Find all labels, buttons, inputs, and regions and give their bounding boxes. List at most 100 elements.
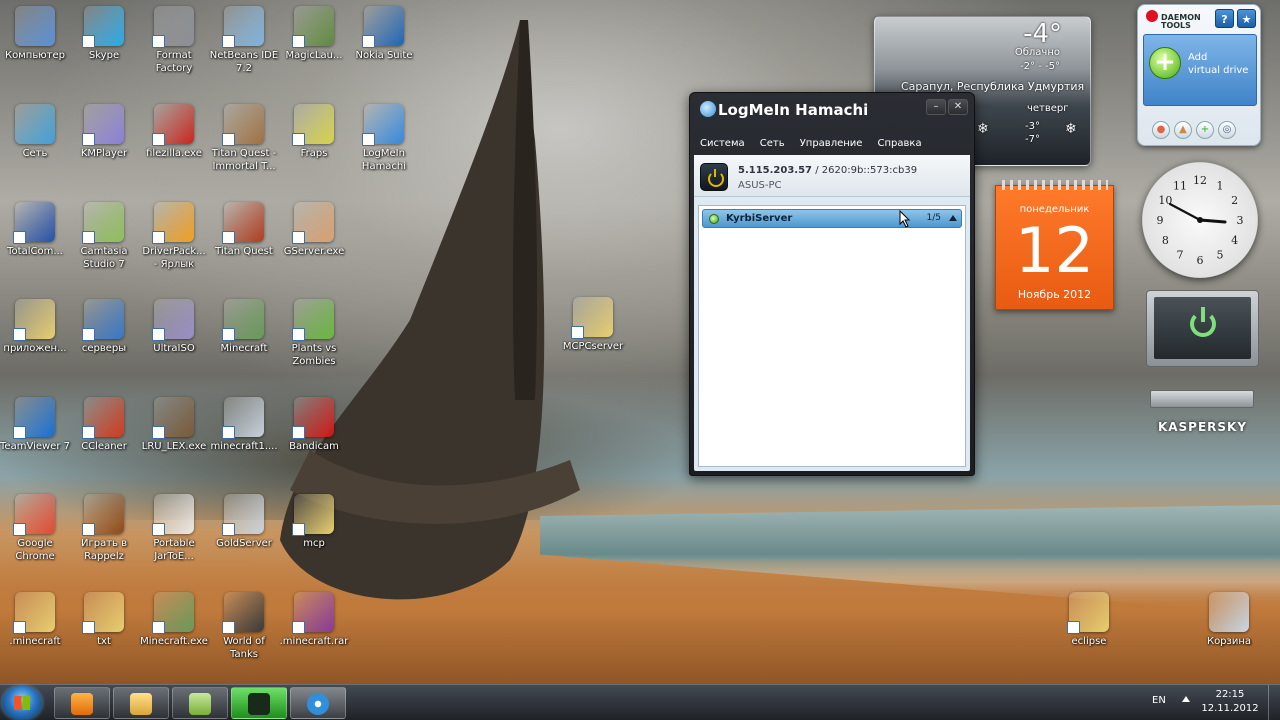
desktop-icon[interactable]: NetBeans IDE 7.2 (209, 6, 279, 75)
desktop-icon[interactable]: mcp (279, 494, 349, 550)
menu-network[interactable]: Сеть (760, 138, 785, 149)
desktop-icon[interactable]: filezilla.exe (139, 104, 209, 160)
help-button[interactable]: ? (1215, 9, 1234, 28)
app-icon (13, 397, 55, 439)
desktop-icon[interactable]: .minecraft.rar (279, 592, 349, 648)
clock-gadget[interactable]: 1 2 3 4 5 6 7 8 9 10 11 12 (1142, 162, 1258, 278)
desktop-icon[interactable]: UltraISO (139, 299, 209, 355)
daemon-toolbar: ● ▲ + ◎ (1152, 117, 1240, 139)
desktop-icon[interactable]: eclipse (1054, 592, 1124, 648)
desktop-icon[interactable]: Компьютер (0, 6, 70, 62)
add-virtual-drive-button[interactable]: + Add virtual drive (1143, 34, 1257, 106)
desktop-icon[interactable]: Сеть (0, 104, 70, 160)
desktop-icon[interactable]: CCleaner (69, 397, 139, 453)
taskbar-hamachi[interactable] (290, 687, 346, 719)
app-icon (292, 202, 334, 244)
show-desktop-button[interactable] (1268, 685, 1280, 720)
image-catalog-icon[interactable]: ▲ (1174, 121, 1192, 139)
desktop-icon[interactable]: Skype (69, 6, 139, 62)
hamachi-icon (307, 693, 329, 715)
add-label-line2: virtual drive (1188, 65, 1249, 76)
desktop-icon[interactable]: Minecraft.exe (139, 592, 209, 648)
desktop-icon[interactable]: MCPCserver (558, 297, 628, 353)
desktop-icon[interactable]: GServer.exe (279, 202, 349, 258)
desktop-icon[interactable]: приложен... (0, 299, 70, 355)
desktop-icon[interactable]: Plants vs Zombies (279, 299, 349, 368)
desktop-icon[interactable]: серверы (69, 299, 139, 355)
desktop-icon[interactable]: KMPlayer (69, 104, 139, 160)
desktop-icon[interactable]: txt (69, 592, 139, 648)
desktop-icon-label: filezilla.exe (146, 148, 202, 159)
clock-numeral: 11 (1173, 179, 1187, 192)
desktop-icon[interactable]: Bandicam (279, 397, 349, 453)
desktop-icon[interactable]: Корзина (1194, 592, 1264, 648)
daemon-tools-logo: DAEMON TOOLS (1146, 10, 1201, 30)
desktop-icon-label: Fraps (300, 148, 328, 159)
desktop-icon[interactable]: Google Chrome (0, 494, 70, 563)
app-icon (82, 592, 124, 634)
desktop-icon-label: Google Chrome (15, 538, 55, 562)
kaspersky-base (1150, 390, 1254, 408)
start-button[interactable] (2, 686, 42, 720)
network-item-kyrbiserver[interactable]: KyrbiServer 1/5 (702, 209, 962, 228)
kaspersky-monitor (1146, 290, 1259, 367)
menu-system[interactable]: Система (700, 138, 745, 149)
desktop-icon-label: eclipse (1071, 636, 1107, 647)
calendar-month-year: Ноябрь 2012 (1017, 288, 1092, 301)
menu-help[interactable]: Справка (878, 138, 922, 149)
desktop-icon[interactable]: DriverPack... - Ярлык (139, 202, 209, 271)
hamachi-window[interactable]: LogMeIn Hamachi – ✕ Система Сеть Управле… (689, 92, 975, 476)
clock-numeral: 8 (1162, 234, 1169, 247)
collapse-arrow-icon[interactable] (949, 215, 957, 221)
taskbar-media-player[interactable] (54, 687, 110, 719)
calendar-gadget[interactable]: понедельник 12 Ноябрь 2012 (995, 180, 1114, 310)
desktop-icon[interactable]: Camtasia Studio 7 (69, 202, 139, 271)
desktop-icon[interactable]: Format Factory (139, 6, 209, 75)
app-icon (292, 494, 334, 536)
desktop-icon-label: Skype (88, 50, 120, 61)
star-icon[interactable]: ★ (1237, 9, 1256, 28)
clock-numeral: 4 (1231, 234, 1238, 247)
menu-manage[interactable]: Управление (800, 138, 863, 149)
clock-minute-hand (1168, 202, 1202, 222)
app-icon (292, 592, 334, 634)
add-icon[interactable]: + (1196, 121, 1214, 139)
desktop-icon-label: CCleaner (81, 441, 127, 452)
app-icon (152, 6, 194, 48)
desktop-icon[interactable]: Minecraft (209, 299, 279, 355)
close-button[interactable]: ✕ (948, 99, 968, 115)
desktop-icon[interactable]: minecraft1.... (209, 397, 279, 453)
taskbar-camtasia[interactable] (172, 687, 228, 719)
desktop-icon[interactable]: MagicLau... (279, 6, 349, 62)
app-icon (571, 297, 613, 339)
tray-clock[interactable]: 22:15 12.11.2012 (1200, 688, 1260, 716)
desktop-icon-label: Portable JarToE... (153, 538, 195, 562)
desktop-icon[interactable]: Fraps (279, 104, 349, 160)
minimize-button[interactable]: – (926, 99, 946, 115)
desktop-icon[interactable]: Играть в Rappelz (69, 494, 139, 563)
desktop-icon[interactable]: .minecraft (0, 592, 70, 648)
desktop-icon[interactable]: LRU_LEX.exe (139, 397, 209, 453)
hamachi-logo-icon (700, 101, 716, 117)
kaspersky-gadget[interactable]: KASPERSKY (1146, 290, 1259, 445)
desktop-icon[interactable]: Nokia Suite (349, 6, 419, 62)
language-indicator[interactable]: EN (1152, 695, 1166, 706)
desktop-icon[interactable]: TotalCom... (0, 202, 70, 258)
desktop-icon[interactable]: Titan Quest - Immortal T... (209, 104, 279, 173)
desktop-icon-label: KMPlayer (80, 148, 128, 159)
power-button[interactable] (700, 163, 728, 191)
desktop-icon[interactable]: TeamViewer 7 (0, 397, 70, 453)
network-list: KyrbiServer 1/5 (698, 205, 966, 467)
taskbar-explorer[interactable] (113, 687, 169, 719)
desktop-icon[interactable]: Portable JarToE... (139, 494, 209, 563)
app-icon (15, 104, 55, 144)
show-hidden-icons-arrow-icon[interactable] (1182, 696, 1190, 702)
desktop-icon[interactable]: GoldServer (209, 494, 279, 550)
desktop-icon-label: Camtasia Studio 7 (80, 246, 128, 270)
desktop-icon[interactable]: LogMeIn Hamachi (349, 104, 419, 173)
drive-icon[interactable]: ◎ (1218, 121, 1236, 139)
taskbar-camera-recorder[interactable] (231, 687, 287, 719)
burn-icon[interactable]: ● (1152, 121, 1170, 139)
desktop-icon[interactable]: World of Tanks (209, 592, 279, 661)
desktop-icon[interactable]: Titan Quest (209, 202, 279, 258)
